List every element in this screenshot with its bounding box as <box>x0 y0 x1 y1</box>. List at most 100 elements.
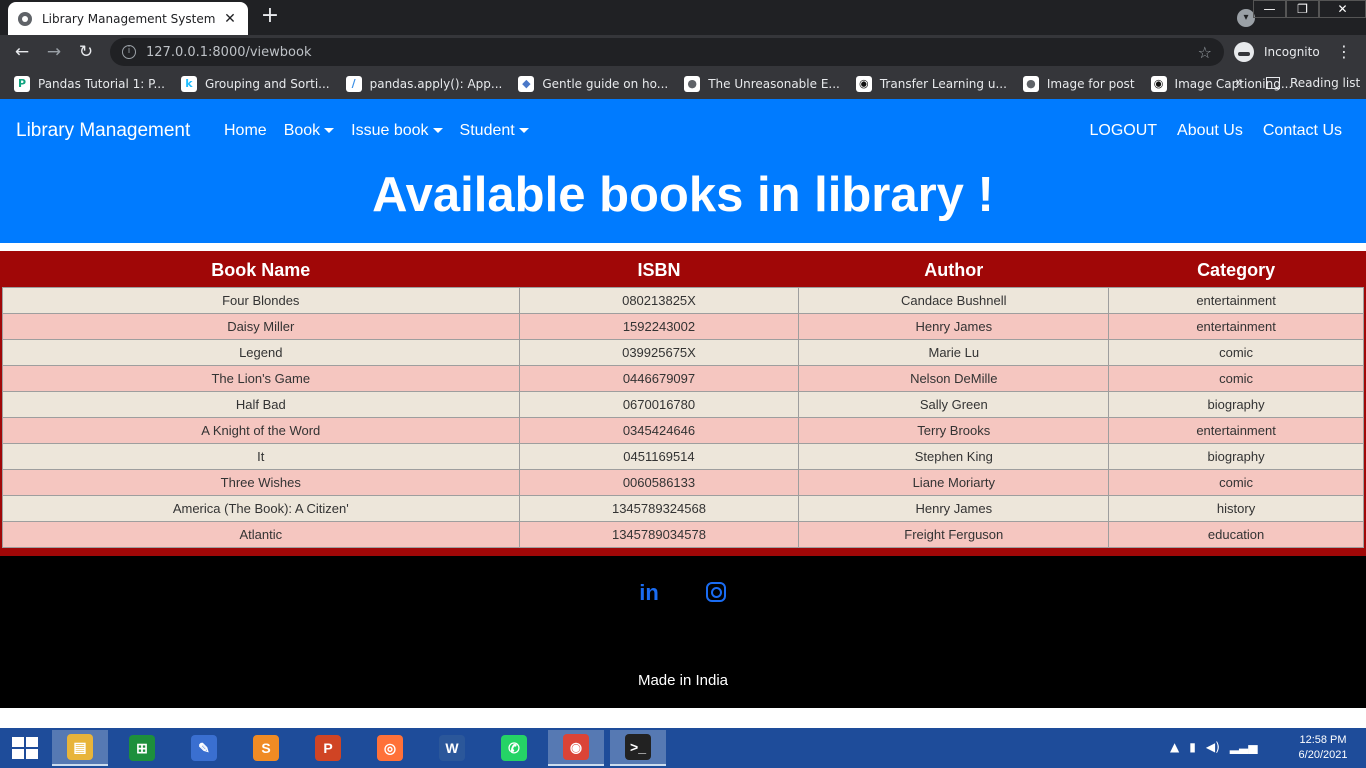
nav-link-book[interactable]: Book <box>284 122 335 140</box>
taskbar-app-powerpoint[interactable]: P <box>300 730 356 766</box>
bookmark-favicon-icon: ◆ <box>518 76 535 92</box>
cell-category: entertainment <box>1108 416 1364 444</box>
incognito-icon <box>1234 42 1254 62</box>
cell-book-name: Daisy Miller <box>2 312 520 340</box>
reading-list-icon <box>1266 77 1280 89</box>
table-row: Daisy Miller 1592243002 Henry James enterta… <box>2 312 1364 340</box>
bookmark-label: Pandas Tutorial 1: P... <box>38 77 165 91</box>
store-icon: ⊞ <box>129 735 155 761</box>
terminal-icon: >_ <box>625 734 651 760</box>
tray-expand-icon[interactable]: ▲ <box>1170 740 1179 754</box>
cell-author: Nelson DeMille <box>798 364 1110 392</box>
close-window-button[interactable]: ✕ <box>1319 0 1366 18</box>
taskbar-app-video-editor[interactable]: ✎ <box>176 730 232 766</box>
cell-author: Candace Bushnell <box>798 286 1110 314</box>
cell-author: Terry Brooks <box>798 416 1110 444</box>
bookmark-item[interactable]: ∕ pandas.apply(): App... <box>345 76 502 92</box>
table-row: America (The Book): A Citizen' 1345789324… <box>2 494 1364 522</box>
taskbar-app-store[interactable]: ⊞ <box>114 730 170 766</box>
cell-author: Henry James <box>798 494 1110 522</box>
bookmark-favicon-icon: ◉ <box>855 76 872 92</box>
cell-category: education <box>1108 520 1364 548</box>
bookmark-item[interactable]: k Grouping and Sorti... <box>180 76 330 92</box>
windows-start-icon[interactable] <box>12 737 38 759</box>
reading-list-button[interactable]: Reading list <box>1266 76 1360 90</box>
bookmarks-more-icon[interactable]: » <box>1235 75 1243 90</box>
bookmark-favicon-icon: ● <box>684 76 701 92</box>
back-arrow-icon[interactable]: ← <box>12 42 32 62</box>
signal-icon[interactable]: ▂▃▅ <box>1230 740 1258 754</box>
firefox-icon: ◎ <box>377 735 403 761</box>
nav-link-issue-book[interactable]: Issue book <box>351 122 443 140</box>
cell-isbn: 0670016780 <box>518 390 800 418</box>
info-icon[interactable]: i <box>122 45 136 59</box>
bookmark-item[interactable]: ● Image for post <box>1022 76 1135 92</box>
table-row: Legend 039925675X Marie Lu comic <box>2 338 1364 366</box>
caret-down-icon <box>518 128 529 134</box>
nav-link-student[interactable]: Student <box>460 122 529 140</box>
incognito-profile-button[interactable]: Incognito <box>1234 39 1320 65</box>
system-tray: ▲ ▮ ◀) ▂▃▅ <box>1170 740 1267 754</box>
cell-isbn: 039925675X <box>518 338 800 366</box>
browser-menu-icon[interactable]: ⋮ <box>1336 41 1352 63</box>
network-icon[interactable]: ▮ <box>1189 740 1196 754</box>
cell-category: comic <box>1108 364 1364 392</box>
volume-icon[interactable]: ◀) <box>1206 740 1220 754</box>
taskbar-app-word[interactable]: W <box>424 730 480 766</box>
page-title: Available books in library ! <box>372 168 994 222</box>
caret-down-icon <box>432 128 443 134</box>
books-table-body: Four Blondes 080213825X Candace Bushnell en… <box>2 286 1364 548</box>
taskbar-app-whatsapp[interactable]: ✆ <box>486 730 542 766</box>
browser-tab[interactable]: Library Management System ✕ <box>8 2 248 35</box>
nav-link-label: Issue book <box>351 122 429 139</box>
new-tab-button[interactable]: + <box>258 4 282 28</box>
site-footer: in Made in India <box>0 556 1366 708</box>
cell-author: Sally Green <box>798 390 1110 418</box>
taskbar-app-chrome[interactable]: ◉ <box>548 730 604 766</box>
cell-book-name: Legend <box>2 338 520 366</box>
linkedin-icon[interactable]: in <box>636 580 662 606</box>
nav-link-logout[interactable]: LOGOUT <box>1089 122 1157 140</box>
taskbar-app-terminal[interactable]: >_ <box>610 730 666 766</box>
tab-close-icon[interactable]: ✕ <box>222 11 238 27</box>
bookmark-item[interactable]: ● The Unreasonable E... <box>684 76 840 92</box>
nav-link-home[interactable]: Home <box>224 122 267 140</box>
cell-author: Marie Lu <box>798 338 1110 366</box>
taskbar-clock[interactable]: 12:58 PM 6/20/2021 <box>1290 733 1356 763</box>
taskbar-app-firefox[interactable]: ◎ <box>362 730 418 766</box>
instagram-icon[interactable] <box>706 582 726 602</box>
table-row: Four Blondes 080213825X Candace Bushnell en… <box>2 286 1364 314</box>
bookmark-star-icon[interactable]: ☆ <box>1198 43 1212 62</box>
nav-link-about-us[interactable]: About Us <box>1177 122 1243 140</box>
nav-link-contact-us[interactable]: Contact Us <box>1263 122 1342 140</box>
bookmark-item[interactable]: P Pandas Tutorial 1: P... <box>14 76 165 92</box>
cell-book-name: Four Blondes <box>2 286 520 314</box>
cell-isbn: 1592243002 <box>518 312 800 340</box>
url-text[interactable]: 127.0.0.1:8000/viewbook <box>146 45 1198 60</box>
address-bar[interactable]: i 127.0.0.1:8000/viewbook ☆ <box>110 38 1224 66</box>
table-row: Atlantic 1345789034578 Freight Ferguson edu… <box>2 520 1364 548</box>
restore-button[interactable]: ❐ <box>1286 0 1319 18</box>
taskbar-app-file-explorer[interactable]: ▤ <box>52 730 108 766</box>
forward-arrow-icon[interactable]: → <box>44 42 64 62</box>
whatsapp-icon: ✆ <box>501 735 527 761</box>
bookmark-item[interactable]: ◆ Gentle guide on ho... <box>518 76 668 92</box>
minimize-button[interactable]: — <box>1253 0 1286 18</box>
bookmark-label: Gentle guide on ho... <box>542 77 669 91</box>
footer-made-in-text: Made in India <box>637 672 729 689</box>
table-header-row: Book Name ISBN Author Category <box>3 251 1364 287</box>
books-table: Book Name ISBN Author Category Four Blon… <box>2 251 1364 548</box>
taskbar-app-sublime-text[interactable]: S <box>238 730 294 766</box>
video-editor-icon: ✎ <box>191 735 217 761</box>
reload-icon[interactable]: ↻ <box>76 42 96 62</box>
cell-author: Freight Ferguson <box>798 520 1110 548</box>
brand-link[interactable]: Library Management <box>16 120 190 142</box>
table-row: A Knight of the Word 0345424646 Terry Broo… <box>2 416 1364 444</box>
word-icon: W <box>439 735 465 761</box>
column-header-isbn: ISBN <box>637 260 681 281</box>
bookmark-item[interactable]: ◉ Transfer Learning u... <box>855 76 1007 92</box>
cell-isbn: 0345424646 <box>518 416 800 444</box>
cell-isbn: 1345789324568 <box>518 494 800 522</box>
globe-icon <box>18 11 32 26</box>
bookmark-favicon-icon: P <box>14 76 30 92</box>
